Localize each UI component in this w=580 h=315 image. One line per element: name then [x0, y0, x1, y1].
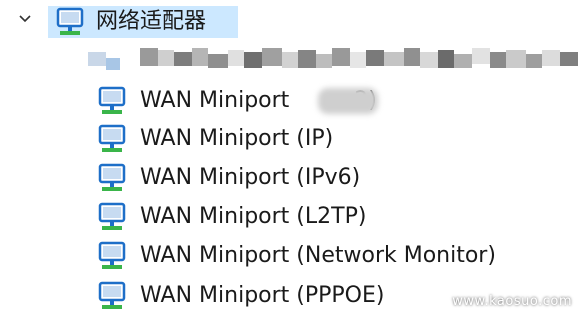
watermark: www.kaosuo.com — [452, 294, 572, 309]
device-label-wan-miniport-network-monitor[interactable]: WAN Miniport (Network Monitor) — [140, 238, 496, 274]
network-adapter-icon — [98, 86, 126, 114]
device-label-wan-miniport-pppoe[interactable]: WAN Miniport (PPPOE) — [140, 278, 384, 314]
network-adapter-icon — [98, 241, 126, 269]
network-adapter-icon — [98, 281, 126, 309]
network-adapter-icon — [98, 202, 126, 230]
network-adapter-icon — [98, 163, 126, 191]
device-label-wan-miniport-ipv6[interactable]: WAN Miniport (IPv6) — [140, 160, 360, 196]
network-adapter-icon — [56, 7, 84, 35]
chevron-down-icon[interactable] — [18, 12, 32, 26]
blur-redaction — [318, 88, 378, 114]
device-label-wan-miniport-ip[interactable]: WAN Miniport (IP) — [140, 121, 333, 157]
obscured-device-row — [88, 40, 580, 80]
device-label-wan-miniport-l2tp[interactable]: WAN Miniport (L2TP) — [140, 199, 366, 235]
network-adapter-icon — [98, 124, 126, 152]
category-label: 网络适配器 — [96, 9, 207, 34]
